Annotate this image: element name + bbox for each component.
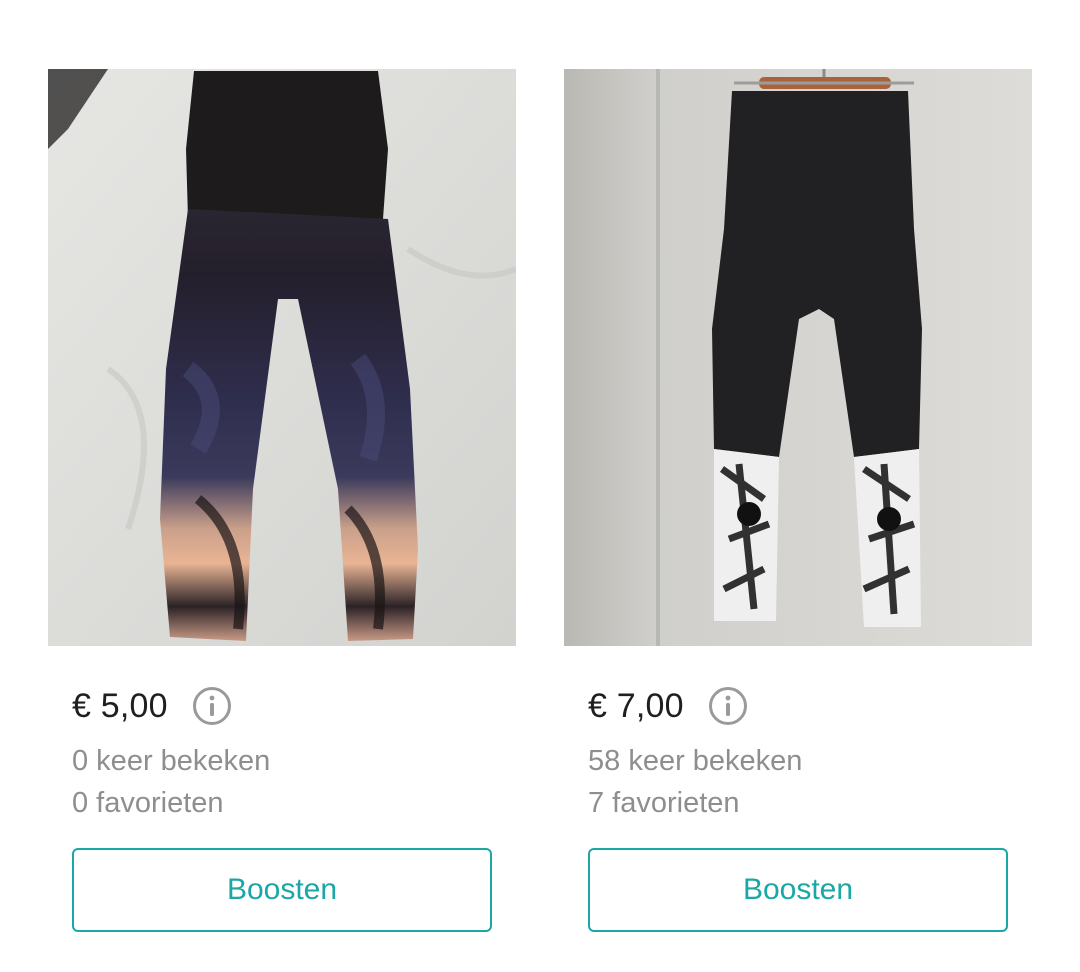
boost-button[interactable]: Boosten — [72, 848, 492, 932]
price: € 7,00 — [588, 686, 684, 725]
favorites-count: 7 favorieten — [588, 787, 740, 819]
product-photo[interactable] — [564, 69, 1032, 646]
product-card[interactable]: € 5,00 0 keer bekeken 0 favorieten Boost… — [48, 69, 516, 932]
product-card[interactable]: € 7,00 58 keer bekeken 7 favorieten Boos… — [564, 69, 1032, 932]
info-icon[interactable] — [192, 686, 232, 726]
boost-button[interactable]: Boosten — [588, 848, 1008, 932]
leggings-photo — [564, 69, 1032, 646]
favorites-count: 0 favorieten — [72, 787, 224, 819]
views-count: 0 keer bekeken — [72, 745, 271, 777]
price: € 5,00 — [72, 686, 168, 725]
info-icon[interactable] — [708, 686, 748, 726]
views-count: 58 keer bekeken — [588, 745, 803, 777]
product-photo[interactable] — [48, 69, 516, 646]
leggings-photo — [48, 69, 516, 646]
